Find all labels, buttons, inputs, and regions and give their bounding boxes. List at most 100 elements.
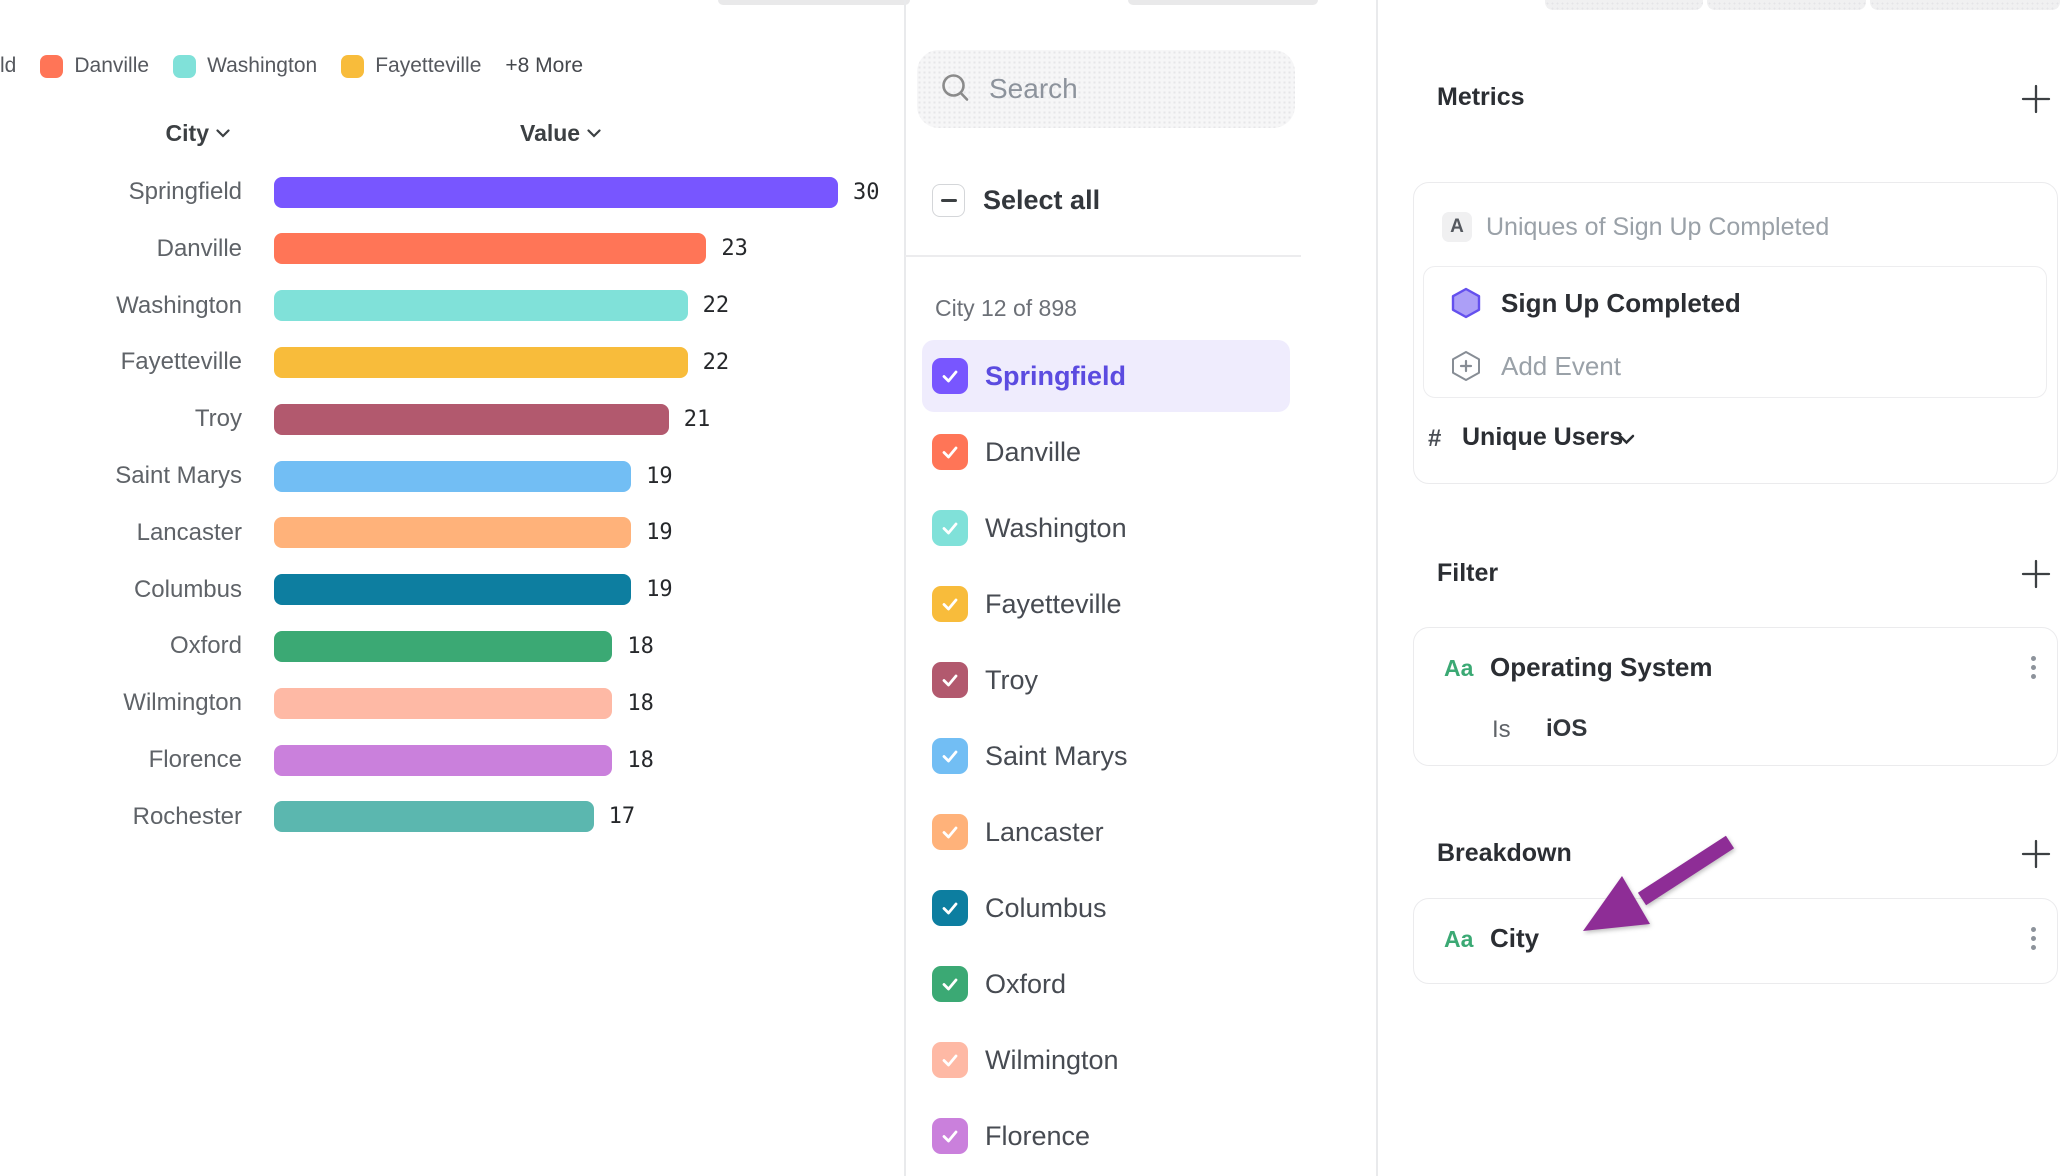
analytics-report-page: ld Danville Washington Fayetteville +8 Mor… <box>0 0 2064 1176</box>
string-property-type-icon: Aa <box>1444 926 1473 953</box>
checkbox-checked-icon[interactable] <box>932 1118 968 1154</box>
chart-category-label: Springfield <box>0 178 242 206</box>
chart-row: Saint Marys 19 <box>0 448 904 505</box>
event-hexagon-icon <box>1449 286 1483 320</box>
checkbox-checked-icon[interactable] <box>932 510 968 546</box>
city-list-label: Oxford <box>985 969 1066 1000</box>
city-list-label: Fayetteville <box>985 589 1122 620</box>
chart-bar[interactable] <box>274 177 838 208</box>
chart-value-label: 22 <box>703 350 730 375</box>
city-list-label: Wilmington <box>985 1045 1119 1076</box>
chart-category-label: Columbus <box>0 576 242 604</box>
filter-kebab-menu-icon[interactable] <box>2030 656 2036 679</box>
chart-row: Oxford18 <box>0 618 904 675</box>
add-event-button[interactable]: Add Event <box>1501 351 1621 382</box>
chart-bar[interactable] <box>274 517 631 548</box>
tab-fragment[interactable] <box>1707 0 1866 10</box>
city-list-item[interactable]: Saint Marys <box>922 720 1290 792</box>
chart-bar[interactable] <box>274 233 706 264</box>
chart-value-label: 18 <box>627 634 654 659</box>
chart-bar[interactable] <box>274 801 594 832</box>
chart-bar[interactable] <box>274 688 612 719</box>
breakdown-kebab-menu-icon[interactable] <box>2030 927 2036 950</box>
city-list-item[interactable]: Columbus <box>922 872 1290 944</box>
city-list-item[interactable]: Troy <box>922 644 1290 716</box>
legend-more-label[interactable]: +8 More <box>505 54 583 78</box>
select-all-checkbox-indeterminate[interactable] <box>932 184 965 217</box>
filter-property-name[interactable]: Operating System <box>1490 652 1713 683</box>
breakdown-section-title: Breakdown <box>1437 839 1572 868</box>
checkbox-checked-icon[interactable] <box>932 586 968 622</box>
city-list-item[interactable]: Lancaster <box>922 796 1290 868</box>
chart-category-label: Saint Marys <box>0 462 242 490</box>
chart-row: Wilmington18 <box>0 675 904 732</box>
tab-fragment[interactable] <box>1870 0 2060 10</box>
select-all-row[interactable]: Select all <box>932 184 1100 217</box>
chart-row: Florence18 <box>0 732 904 789</box>
filter-value[interactable]: iOS <box>1546 715 1587 743</box>
city-list-item[interactable]: Florence <box>922 1100 1290 1172</box>
metric-letter-badge: A <box>1442 212 1472 242</box>
panel-divider <box>1376 0 1378 1176</box>
chart-value-label: 21 <box>684 407 711 432</box>
search-input[interactable] <box>987 72 1241 106</box>
chart-bar[interactable] <box>274 745 612 776</box>
toolbar-fragment <box>1128 0 1318 5</box>
checkbox-checked-icon[interactable] <box>932 1042 968 1078</box>
breakdown-property-name[interactable]: City <box>1490 923 1539 954</box>
filter-operator[interactable]: Is <box>1492 716 1511 744</box>
checkbox-checked-icon[interactable] <box>932 662 968 698</box>
checkbox-checked-icon[interactable] <box>932 890 968 926</box>
legend-label: Washington <box>207 54 317 78</box>
city-list-item[interactable]: Danville <box>922 416 1290 488</box>
legend-item[interactable]: Danville <box>40 54 149 78</box>
annotation-arrow <box>1560 820 1760 950</box>
chart-bar[interactable] <box>274 574 631 605</box>
chart-bar[interactable] <box>274 404 669 435</box>
checkbox-checked-icon[interactable] <box>932 738 968 774</box>
city-list-item[interactable]: Wilmington <box>922 1024 1290 1096</box>
city-list-label: Washington <box>985 513 1127 544</box>
legend-swatch <box>173 55 196 78</box>
column-header-value[interactable]: Value <box>520 117 601 149</box>
checkbox-checked-icon[interactable] <box>932 966 968 1002</box>
city-list-item[interactable]: Springfield <box>922 340 1290 412</box>
city-list-item[interactable]: Fayetteville <box>922 568 1290 640</box>
legend-item[interactable]: Washington <box>173 54 317 78</box>
city-list-item[interactable]: Oxford <box>922 948 1290 1020</box>
plus-icon <box>2020 83 2052 115</box>
search-input-wrap <box>917 50 1295 128</box>
add-metric-button[interactable] <box>2020 83 2052 115</box>
toolbar-fragment <box>718 0 910 5</box>
search-icon <box>939 72 973 106</box>
chart-category-label: Rochester <box>0 803 242 831</box>
column-header-city[interactable]: City <box>0 117 230 149</box>
chart-category-label: Fayetteville <box>0 348 242 376</box>
aggregation-selector[interactable]: Unique Users <box>1462 423 1623 452</box>
chart-bar[interactable] <box>274 290 688 321</box>
legend-item[interactable]: Fayetteville <box>341 54 481 78</box>
city-list-label: Columbus <box>985 893 1107 924</box>
chevron-down-icon[interactable] <box>1618 434 1635 445</box>
chart-row: Troy21 <box>0 391 904 448</box>
chart-value-label: 23 <box>721 236 748 261</box>
chart-row: Rochester17 <box>0 788 904 845</box>
checkbox-checked-icon[interactable] <box>932 358 968 394</box>
chart-legend: ld Danville Washington Fayetteville +8 Mor… <box>0 51 583 81</box>
add-breakdown-button[interactable] <box>2020 838 2052 870</box>
checkbox-checked-icon[interactable] <box>932 814 968 850</box>
chart-value-label: 19 <box>646 464 673 489</box>
chart-bar[interactable] <box>274 631 612 662</box>
add-filter-button[interactable] <box>2020 558 2052 590</box>
checkbox-checked-icon[interactable] <box>932 434 968 470</box>
chart-bar[interactable] <box>274 461 631 492</box>
legend-item-clipped[interactable]: ld <box>0 54 16 78</box>
chart-value-label: 19 <box>646 520 673 545</box>
chart-row: Washington22 <box>0 277 904 334</box>
minus-icon <box>941 199 957 202</box>
event-name[interactable]: Sign Up Completed <box>1501 288 1741 319</box>
tab-fragment[interactable] <box>1545 0 1703 10</box>
chart-bar[interactable] <box>274 347 688 378</box>
city-list-label: Danville <box>985 437 1081 468</box>
city-list-item[interactable]: Washington <box>922 492 1290 564</box>
